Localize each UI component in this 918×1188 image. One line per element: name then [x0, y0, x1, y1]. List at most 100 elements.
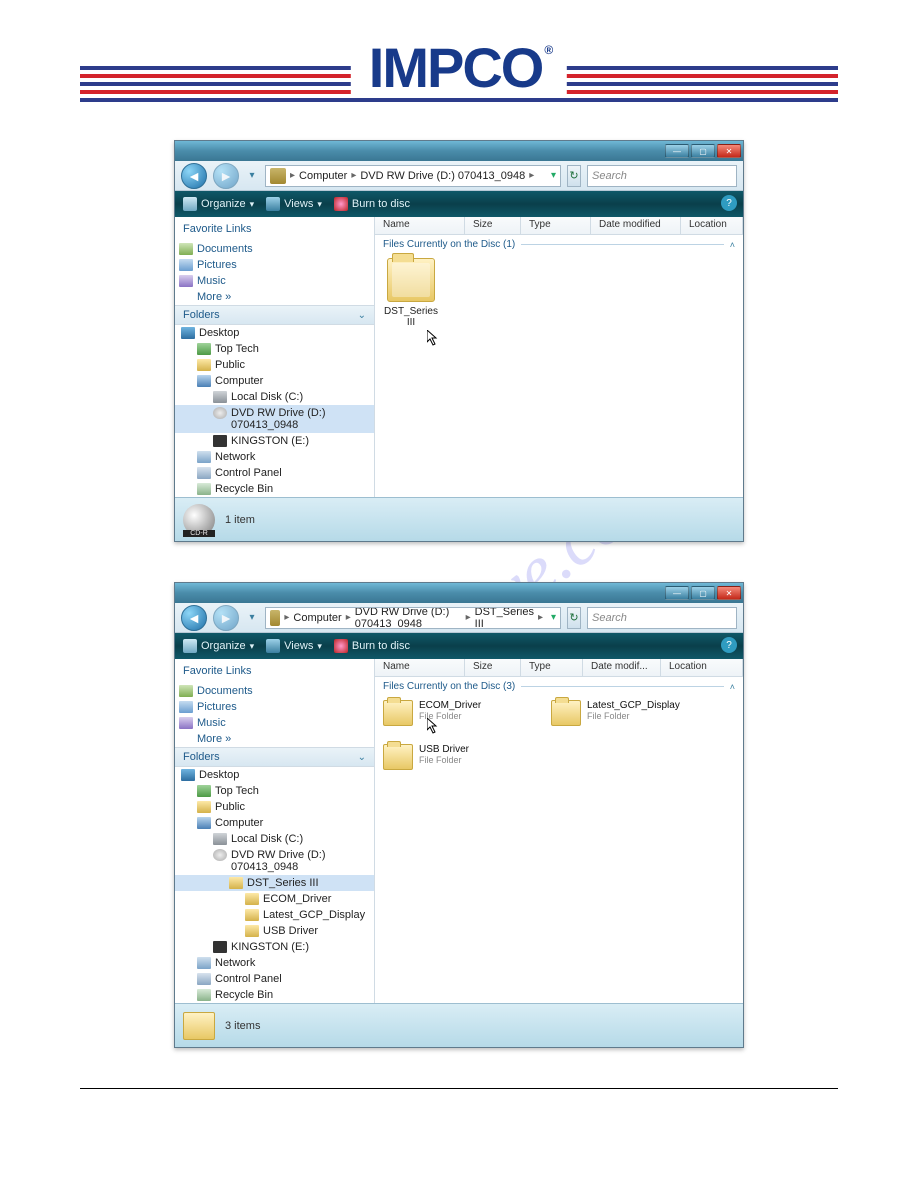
item-ecom-driver[interactable]: ECOM_DriverFile Folder: [383, 700, 533, 726]
sidebar-item-pictures[interactable]: Pictures: [175, 257, 374, 273]
burn-button[interactable]: Burn to disc: [334, 639, 410, 653]
column-headers[interactable]: Name Size Type Date modif... Location: [375, 659, 743, 677]
tree-local-c[interactable]: Local Disk (C:): [175, 831, 374, 847]
views-menu[interactable]: Views: [266, 639, 322, 653]
folder-icon: [383, 744, 413, 770]
sidebar-item-documents[interactable]: Documents: [175, 683, 374, 699]
col-date[interactable]: Date modif...: [583, 659, 661, 676]
history-dropdown[interactable]: ▾: [245, 169, 259, 183]
refresh-button[interactable]: ↻: [567, 165, 581, 187]
user-icon: [197, 343, 211, 355]
minimize-button[interactable]: —: [665, 586, 689, 600]
crumb-dvd[interactable]: DVD RW Drive (D:) 070413_0948: [360, 170, 525, 182]
organize-menu[interactable]: Organize: [183, 639, 254, 653]
sidebar-item-more[interactable]: More: [175, 731, 374, 747]
col-size[interactable]: Size: [465, 217, 521, 234]
burn-button[interactable]: Burn to disc: [334, 197, 410, 211]
tree-kingston[interactable]: KINGSTON (E:): [175, 433, 374, 449]
maximize-button[interactable]: ▢: [691, 144, 715, 158]
tree-computer[interactable]: Computer: [175, 815, 374, 831]
crumb-dvd[interactable]: DVD RW Drive (D:) 070413_0948: [355, 607, 462, 629]
col-name[interactable]: Name: [375, 659, 465, 676]
organize-icon: [183, 639, 197, 653]
col-size[interactable]: Size: [465, 659, 521, 676]
collapse-icon[interactable]: ˄: [730, 682, 735, 692]
tree-desktop[interactable]: Desktop: [175, 767, 374, 783]
col-location[interactable]: Location: [661, 659, 743, 676]
col-type[interactable]: Type: [521, 217, 591, 234]
sidebar-item-pictures[interactable]: Pictures: [175, 699, 374, 715]
tree-local-c[interactable]: Local Disk (C:): [175, 389, 374, 405]
breadcrumb[interactable]: ▸ Computer ▸ DVD RW Drive (D:) 070413_09…: [265, 165, 561, 187]
tree-public[interactable]: Public: [175, 799, 374, 815]
item-dst-series[interactable]: DST_Series III: [383, 258, 439, 347]
breadcrumb[interactable]: ▸ Computer ▸ DVD RW Drive (D:) 070413_09…: [265, 607, 561, 629]
crumb-computer[interactable]: Computer: [299, 170, 347, 182]
tree-gcp[interactable]: Latest_GCP_Display: [175, 907, 374, 923]
item-latest-gcp[interactable]: Latest_GCP_DisplayFile Folder: [551, 700, 701, 726]
dvd-icon: [213, 407, 227, 419]
group-header[interactable]: Files Currently on the Disc (1)˄: [375, 235, 743, 254]
close-button[interactable]: ✕: [717, 586, 741, 600]
tree-dvd[interactable]: DVD RW Drive (D:) 070413_0948: [175, 847, 374, 875]
views-menu[interactable]: Views: [266, 197, 322, 211]
brand-logo-text: IMPCO®: [369, 36, 549, 99]
history-dropdown[interactable]: ▾: [245, 611, 259, 625]
back-button[interactable]: ◄: [181, 163, 207, 189]
tree-dvd[interactable]: DVD RW Drive (D:) 070413_0948: [175, 405, 374, 433]
group-header[interactable]: Files Currently on the Disc (3)˄: [375, 677, 743, 696]
chevron-down-icon: ⌄: [358, 752, 366, 763]
nav-row: ◄ ► ▾ ▸ Computer ▸ DVD RW Drive (D:) 070…: [175, 603, 743, 633]
close-button[interactable]: ✕: [717, 144, 741, 158]
tree-recyclebin[interactable]: Recycle Bin: [175, 987, 374, 1003]
crumb-computer[interactable]: Computer: [293, 612, 341, 624]
tree-network[interactable]: Network: [175, 449, 374, 465]
forward-button[interactable]: ►: [213, 605, 239, 631]
col-location[interactable]: Location: [681, 217, 743, 234]
cursor-icon: [405, 330, 461, 349]
back-button[interactable]: ◄: [181, 605, 207, 631]
tree-controlpanel[interactable]: Control Panel: [175, 971, 374, 987]
refresh-button[interactable]: ↻: [567, 607, 581, 629]
tree-computer[interactable]: Computer: [175, 373, 374, 389]
tree-desktop[interactable]: Desktop: [175, 325, 374, 341]
item-usb-driver[interactable]: USB DriverFile Folder: [383, 744, 533, 770]
status-text: 1 item: [225, 514, 255, 526]
help-button[interactable]: ?: [721, 637, 737, 653]
forward-button[interactable]: ►: [213, 163, 239, 189]
col-date[interactable]: Date modified: [591, 217, 681, 234]
sidebar-item-music[interactable]: Music: [175, 715, 374, 731]
minimize-button[interactable]: —: [665, 144, 689, 158]
col-type[interactable]: Type: [521, 659, 583, 676]
search-input[interactable]: Search: [587, 607, 737, 629]
tree-recyclebin[interactable]: Recycle Bin: [175, 481, 374, 497]
search-input[interactable]: Search: [587, 165, 737, 187]
folders-toggle[interactable]: Folders⌄: [175, 305, 374, 325]
tree-toptech[interactable]: Top Tech: [175, 783, 374, 799]
maximize-button[interactable]: ▢: [691, 586, 715, 600]
help-button[interactable]: ?: [721, 195, 737, 211]
nav-row: ◄ ► ▾ ▸ Computer ▸ DVD RW Drive (D:) 070…: [175, 161, 743, 191]
main-pane: Name Size Type Date modified Location Fi…: [375, 217, 743, 497]
col-name[interactable]: Name: [375, 217, 465, 234]
crumb-dst[interactable]: DST_Series III: [475, 607, 534, 629]
sidebar-item-documents[interactable]: Documents: [175, 241, 374, 257]
folders-toggle[interactable]: Folders⌄: [175, 747, 374, 767]
tree-kingston[interactable]: KINGSTON (E:): [175, 939, 374, 955]
sidebar-item-more[interactable]: More: [175, 289, 374, 305]
tree-dst[interactable]: DST_Series III: [175, 875, 374, 891]
tree-ecom[interactable]: ECOM_Driver: [175, 891, 374, 907]
folder-icon: [387, 258, 435, 302]
tree-usb[interactable]: USB Driver: [175, 923, 374, 939]
column-headers[interactable]: Name Size Type Date modified Location: [375, 217, 743, 235]
tree-network[interactable]: Network: [175, 955, 374, 971]
collapse-icon[interactable]: ˄: [730, 240, 735, 250]
organize-menu[interactable]: Organize: [183, 197, 254, 211]
tree-public[interactable]: Public: [175, 357, 374, 373]
folder-icon: [551, 700, 581, 726]
tree-toptech[interactable]: Top Tech: [175, 341, 374, 357]
computer-icon: [197, 817, 211, 829]
sidebar-item-music[interactable]: Music: [175, 273, 374, 289]
tree-controlpanel[interactable]: Control Panel: [175, 465, 374, 481]
views-icon: [266, 197, 280, 211]
